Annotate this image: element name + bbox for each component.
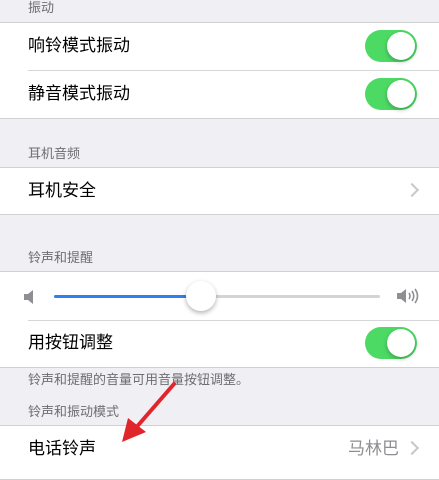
- silent-vibrate-toggle[interactable]: [365, 78, 417, 110]
- toggle-knob: [387, 329, 415, 357]
- change-with-buttons-label: 用按钮调整: [28, 333, 113, 353]
- red-arrow-annotation: [122, 382, 176, 442]
- speaker-high-icon: [397, 288, 419, 304]
- toggle-knob: [387, 80, 415, 108]
- ringtone-value: 马林巴: [348, 439, 399, 459]
- change-with-buttons-toggle[interactable]: [365, 327, 417, 359]
- silent-vibrate-label: 静音模式振动: [28, 84, 130, 104]
- ringtone-label: 电话铃声: [28, 439, 96, 459]
- chevron-right-icon: [404, 440, 420, 456]
- section-header-vibration: 振动: [28, 1, 55, 16]
- headphone-group: 耳机安全: [0, 167, 439, 215]
- headphone-safety-label: 耳机安全: [28, 181, 96, 201]
- section-header-sounds: 铃声和振动模式: [28, 405, 120, 420]
- chevron-right-icon: [404, 182, 420, 198]
- toggle-knob: [387, 32, 415, 60]
- sounds-group: 电话铃声 马林巴: [0, 425, 439, 480]
- change-with-buttons-row: 用按钮调整: [0, 320, 439, 367]
- ring-vibrate-row: 响铃模式振动: [0, 23, 439, 70]
- slider-thumb[interactable]: [185, 281, 216, 311]
- slider-fill: [54, 295, 201, 298]
- section-header-headphone: 耳机音频: [28, 147, 81, 162]
- section-header-ringer: 铃声和提醒: [28, 251, 94, 266]
- speaker-low-icon: [24, 290, 33, 304]
- silent-vibrate-row: 静音模式振动: [0, 71, 439, 118]
- headphone-safety-row[interactable]: 耳机安全: [0, 168, 439, 215]
- ring-vibrate-label: 响铃模式振动: [28, 36, 130, 56]
- ring-vibrate-toggle[interactable]: [365, 30, 417, 62]
- ringtone-row[interactable]: 电话铃声 马林巴: [0, 426, 439, 473]
- ringer-volume-slider[interactable]: [54, 295, 380, 298]
- vibration-group: 响铃模式振动 静音模式振动: [0, 22, 439, 119]
